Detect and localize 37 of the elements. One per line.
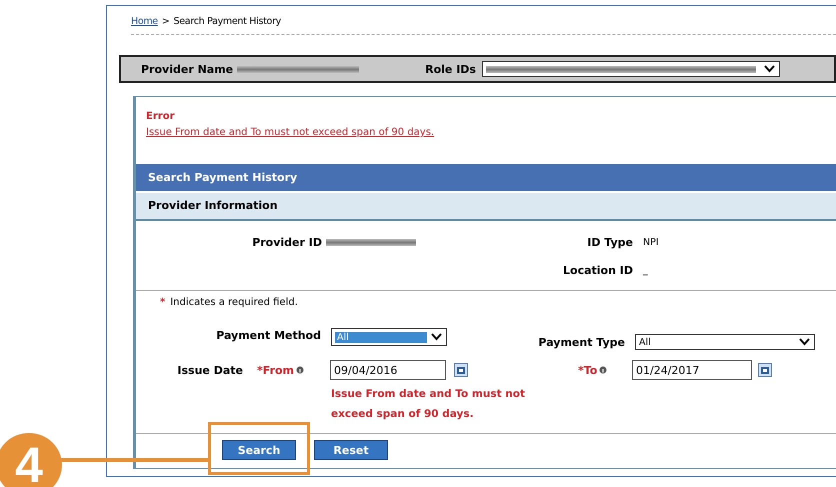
field-label: Issue Date xyxy=(176,364,243,376)
error-title: Error xyxy=(146,111,176,122)
calendar-icon[interactable] xyxy=(758,363,772,377)
home-link[interactable]: Home xyxy=(131,16,158,26)
breadcrumb-separator: > xyxy=(162,16,170,26)
chevron-down-icon xyxy=(799,338,810,346)
info-icon xyxy=(599,366,608,374)
payment-method-dropdown[interactable]: All xyxy=(331,328,447,346)
chevron-down-icon xyxy=(764,65,775,73)
field-value: _ xyxy=(643,264,648,276)
error-link[interactable]: Issue From date and To must not exceed span of 90 days. xyxy=(146,127,434,138)
required-mark: * xyxy=(160,297,166,308)
info-icon xyxy=(296,366,304,374)
panel-header: Search Payment History xyxy=(136,164,836,191)
breadcrumb-current: Search Payment History xyxy=(174,16,281,26)
step-badge: 4 xyxy=(0,433,62,487)
field-label: Provider ID xyxy=(251,236,322,248)
reset-button[interactable]: Reset xyxy=(314,440,388,460)
required-note: Indicates a required field. xyxy=(170,297,298,308)
chevron-down-icon xyxy=(431,333,442,341)
date-input[interactable]: 01/24/2017 xyxy=(632,360,752,380)
field-label: Provider Name xyxy=(141,62,234,76)
date-input[interactable]: 09/04/2016 xyxy=(330,360,446,380)
field-label: Payment Type xyxy=(537,336,625,349)
required-label: *To xyxy=(578,364,598,376)
calendar-icon[interactable] xyxy=(454,363,468,377)
payment-type-dropdown[interactable]: All xyxy=(635,334,815,350)
required-label: *From xyxy=(257,364,294,376)
field-label: Payment Method xyxy=(215,329,321,342)
field-label: ID Type xyxy=(586,236,633,248)
role-ids-dropdown[interactable] xyxy=(482,61,780,77)
field-label: Location ID xyxy=(562,264,633,276)
section-header: Provider Information xyxy=(136,193,836,221)
error-message: Issue From date and To must not exceed span of 90 days. xyxy=(331,387,526,422)
field-label: Role IDs xyxy=(425,62,476,76)
field-value: NPI xyxy=(643,236,659,248)
search-button[interactable]: Search xyxy=(222,440,296,460)
